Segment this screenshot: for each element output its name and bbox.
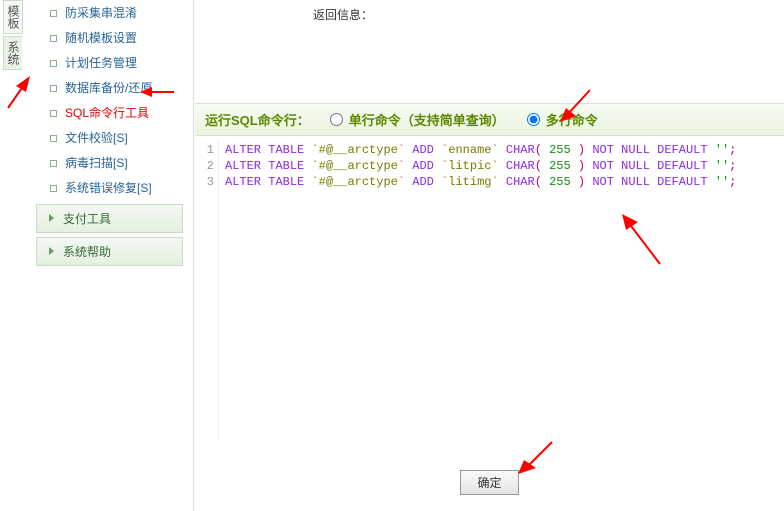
accordion-system-help[interactable]: 系统帮助 bbox=[36, 237, 183, 266]
sidebar-link[interactable]: 数据库备份/还原 bbox=[65, 81, 152, 95]
sidebar-link[interactable]: SQL命令行工具 bbox=[65, 106, 149, 120]
code-line: ALTER TABLE `#@__arctype` ADD `enname` C… bbox=[225, 142, 778, 158]
radio-single-hint: （支持简单查询） bbox=[401, 110, 505, 129]
return-info-label: 返回信息： bbox=[313, 6, 784, 23]
sidebar-link[interactable]: 计划任务管理 bbox=[65, 56, 137, 70]
radio-single-text: 单行命令 bbox=[349, 110, 401, 129]
sidebar-item-cron[interactable]: 计划任务管理 bbox=[50, 50, 193, 75]
sidebar-item-randomtpl[interactable]: 随机模板设置 bbox=[50, 25, 193, 50]
sidebar-link[interactable]: 系统错误修复[S] bbox=[65, 181, 152, 195]
confirm-button[interactable]: 确定 bbox=[460, 470, 518, 495]
radio-multi-line[interactable] bbox=[527, 113, 540, 126]
sidebar-item-syserrfix[interactable]: 系统错误修复[S] bbox=[50, 175, 193, 200]
gutter-line-number: 1 bbox=[195, 142, 214, 158]
code-lines[interactable]: ALTER TABLE `#@__arctype` ADD `enname` C… bbox=[219, 140, 784, 440]
radio-single-line-label[interactable]: 单行命令 （支持简单查询） bbox=[330, 110, 505, 129]
sidebar-item-virusscan[interactable]: 病毒扫描[S] bbox=[50, 150, 193, 175]
sidebar-item-dbbackup[interactable]: 数据库备份/还原 bbox=[50, 75, 193, 100]
sidebar-link[interactable]: 随机模板设置 bbox=[65, 31, 137, 45]
sql-code-editor[interactable]: 123 ALTER TABLE `#@__arctype` ADD `ennam… bbox=[195, 140, 784, 440]
sidebar-item-filecheck[interactable]: 文件校验[S] bbox=[50, 125, 193, 150]
sidebar-item-sqlcmd[interactable]: SQL命令行工具 bbox=[50, 100, 193, 125]
left-tab-template[interactable]: 模板 bbox=[3, 0, 23, 34]
main-content: 返回信息： 运行SQL命令行： 单行命令 （支持简单查询） 多行命令 123 A… bbox=[195, 0, 784, 511]
sidebar-link[interactable]: 防采集串混淆 bbox=[65, 6, 137, 20]
sidebar-link[interactable]: 文件校验[S] bbox=[65, 131, 128, 145]
accordion-payment-tools[interactable]: 支付工具 bbox=[36, 204, 183, 233]
sidebar-link[interactable]: 病毒扫描[S] bbox=[65, 156, 128, 170]
sidebar-list: 防采集串混淆 随机模板设置 计划任务管理 数据库备份/还原 SQL命令行工具 文… bbox=[26, 0, 193, 200]
left-tab-strip: 模板 系统 bbox=[3, 0, 23, 72]
radio-multi-text: 多行命令 bbox=[546, 110, 598, 129]
code-line: ALTER TABLE `#@__arctype` ADD `litpic` C… bbox=[225, 158, 778, 174]
radio-multi-line-label[interactable]: 多行命令 bbox=[527, 110, 598, 129]
code-gutter: 123 bbox=[195, 140, 219, 440]
sidebar-item-anticollect[interactable]: 防采集串混淆 bbox=[50, 0, 193, 25]
gutter-line-number: 2 bbox=[195, 158, 214, 174]
gutter-line-number: 3 bbox=[195, 174, 214, 190]
run-sql-label: 运行SQL命令行： bbox=[205, 110, 310, 129]
left-tab-system[interactable]: 系统 bbox=[3, 36, 23, 70]
sidebar: 防采集串混淆 随机模板设置 计划任务管理 数据库备份/还原 SQL命令行工具 文… bbox=[26, 0, 194, 511]
run-sql-bar: 运行SQL命令行： 单行命令 （支持简单查询） 多行命令 bbox=[195, 103, 784, 136]
code-line: ALTER TABLE `#@__arctype` ADD `litimg` C… bbox=[225, 174, 778, 190]
button-row: 确定 bbox=[195, 470, 784, 495]
radio-single-line[interactable] bbox=[330, 113, 343, 126]
